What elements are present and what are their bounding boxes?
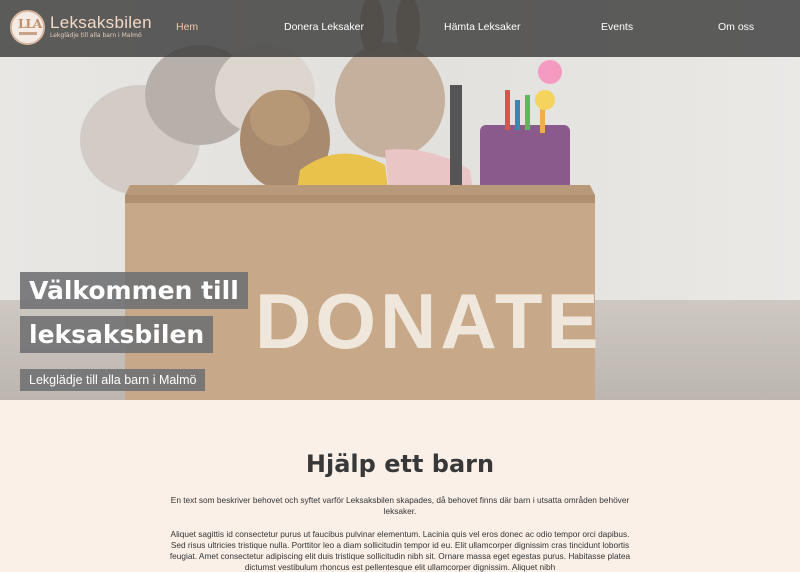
- intro-paragraph: En text som beskriver behovet och syftet…: [170, 495, 630, 516]
- section-heading: Hjälp ett barn: [305, 450, 495, 478]
- nav-item-events[interactable]: Events: [601, 21, 633, 33]
- hero-title-line-1: Välkommen till: [20, 272, 248, 309]
- logo-monogram: LLA: [18, 17, 42, 31]
- box-print-text: DONATE: [255, 277, 603, 365]
- nav-item-om-oss[interactable]: Om oss: [718, 21, 754, 33]
- hero-subtitle: Lekglädje till alla barn i Malmö: [20, 369, 206, 391]
- nav-item-hamta-leksaker[interactable]: Hämta Leksaker: [444, 21, 520, 33]
- top-navigation-bar: LLA Leksaksbilen Lekglädje till alla bar…: [0, 0, 800, 57]
- hero-title-line-2: leksaksbilen: [20, 316, 214, 353]
- brand-tagline: Lekglädje till alla barn i Malmö: [50, 32, 142, 39]
- brand-logo[interactable]: LLA: [10, 10, 45, 45]
- body-paragraph: Aliquet sagittis id consectetur purus ut…: [169, 529, 631, 572]
- nav-item-hem[interactable]: Hem: [176, 21, 198, 33]
- logo-car-icon: [19, 32, 37, 35]
- brand-name[interactable]: Leksaksbilen: [50, 13, 152, 33]
- main-content: Hjälp ett barn En text som beskriver beh…: [0, 400, 800, 572]
- nav-item-donera-leksaker[interactable]: Donera Leksaker: [284, 21, 364, 33]
